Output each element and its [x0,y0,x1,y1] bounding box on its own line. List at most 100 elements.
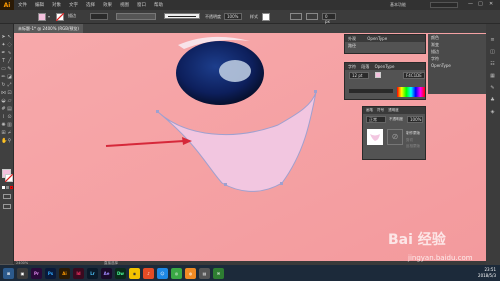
photoshop-icon[interactable]: Ps [45,267,56,279]
panel-color-button[interactable]: 颜色 [428,34,486,41]
free-transform-icon[interactable]: ⊡ [7,91,12,96]
tab-paragraph[interactable]: 段落 [361,64,369,69]
brushes-icon[interactable]: ✎ [490,86,495,91]
search-stock-input[interactable] [430,2,458,8]
eyedropper-icon[interactable]: ⌇ [1,115,6,120]
mesh-icon[interactable]: # [1,107,6,112]
direct-selection-tool-icon[interactable]: ↖ [7,35,12,40]
menu-file[interactable]: 文件 [14,2,31,8]
zoom-tool-icon[interactable]: ⚲ [7,139,12,144]
stroke-swatch[interactable] [56,13,64,21]
graph-tool-icon[interactable]: ▥ [7,123,12,128]
align-icon[interactable] [290,13,302,20]
gradient-mode-icon[interactable] [6,186,9,189]
color-slider[interactable] [349,89,393,93]
blend-icon[interactable]: ⊙ [7,115,12,120]
font-size-field[interactable]: 12 pt [349,72,369,79]
opacity-field[interactable]: 100% [407,116,423,123]
pen-tool-icon[interactable]: ✒ [1,51,6,56]
eraser-icon[interactable]: ◪ [7,75,12,80]
transparency-panel-tabs[interactable]: 画笔 符号 透明度 [363,107,425,114]
gradient-icon[interactable]: ▤ [7,107,12,112]
qq-icon[interactable]: ☺ [157,267,168,279]
tab-brushes[interactable]: 画笔 [366,108,373,112]
width-field[interactable]: 0 px [322,13,336,24]
panel-gradient-button[interactable]: 渐变 [428,41,486,48]
lightroom-icon[interactable]: Lr [87,267,98,279]
menu-view[interactable]: 视图 [116,2,133,8]
after-effects-icon[interactable]: Ae [101,267,112,279]
tab-opentype[interactable]: OpenType [367,36,387,41]
variable-width-profile[interactable] [116,13,156,20]
menu-window[interactable]: 窗口 [133,2,150,8]
curvature-icon[interactable]: ∿ [7,51,12,56]
dreamweaver-icon[interactable]: Dw [115,267,126,279]
properties-icon[interactable]: ≡ [490,38,495,43]
perspective-icon[interactable]: ▱ [7,99,12,104]
libraries-icon[interactable]: ☷ [490,62,495,67]
panel-opentype-button[interactable]: OpenType [428,62,486,69]
paintbrush-icon[interactable]: ✎ [7,67,12,72]
file-explorer-icon[interactable]: ▣ [17,267,28,279]
hand-tool-icon[interactable]: ✋ [1,139,7,144]
symbols-icon[interactable]: ♣ [490,98,495,103]
fill-swatch[interactable] [38,13,46,21]
line-tool-icon[interactable]: ╱ [7,59,12,64]
stroke-weight-field[interactable] [90,13,108,20]
appearance-panel-tabs[interactable]: 外观 OpenType [345,35,425,42]
clip-checkbox[interactable]: 剪切 [406,138,413,143]
current-color-swatch[interactable] [375,72,381,78]
screen-mode-icon[interactable] [3,204,11,209]
color-mode-icon[interactable] [2,186,5,189]
blend-mode-select[interactable]: 正常 [366,116,386,123]
workspace-switcher[interactable]: 基本功能 [390,2,406,8]
close-button[interactable]: ✕ [489,1,493,7]
appearance-row[interactable]: 路径 [345,42,425,49]
slice-icon[interactable]: ⌿ [7,131,12,136]
menu-select[interactable]: 选择 [82,2,99,8]
wechat-icon[interactable]: ✉ [213,267,224,279]
fill-dropdown-icon[interactable]: ▾ [48,14,50,19]
firefox-icon[interactable]: ◍ [185,267,196,279]
chrome-icon[interactable]: ◎ [171,267,182,279]
tab-character[interactable]: 字符 [348,64,356,69]
tab-symbols[interactable]: 符号 [377,108,384,112]
opacity-field[interactable]: 100% [224,13,242,20]
artboard-icon[interactable]: ⊞ [1,131,6,136]
panel-character-button[interactable]: 字符 [428,55,486,62]
document-tab[interactable]: 未标题-1* @ 2400% (RGB/预览) [14,24,83,33]
system-clock[interactable]: 23:51 2018/5/3 [478,267,496,279]
menu-object[interactable]: 对象 [48,2,65,8]
hex-color-field[interactable]: F4C1DE [403,72,425,79]
menu-effect[interactable]: 效果 [99,2,116,8]
panel-stroke-button[interactable]: 描边 [428,48,486,55]
invert-mask-checkbox[interactable]: 反相蒙版 [406,144,420,149]
magic-wand-icon[interactable]: ✦ [1,43,6,48]
pencil-icon[interactable]: ✏ [1,75,6,80]
browser-icon[interactable]: ◉ [129,267,140,279]
tab-transparency[interactable]: 透明度 [388,108,399,112]
type-tool-icon[interactable]: T [1,59,6,64]
transform-icon[interactable] [306,13,318,20]
swatches-icon[interactable]: ▦ [490,74,495,79]
layers-icon[interactable]: ◫ [490,50,495,55]
stroke-color-box[interactable] [5,174,13,182]
brush-definition[interactable] [164,13,200,19]
menu-type[interactable]: 文字 [65,2,82,8]
lasso-icon[interactable]: ◌ [7,43,12,48]
menu-help[interactable]: 帮助 [150,2,167,8]
width-tool-icon[interactable]: ⋈ [1,91,6,96]
color-panel-tabs[interactable]: 字符 段落 OpenType [345,63,425,70]
shape-builder-icon[interactable]: ◒ [1,99,6,104]
color-spectrum[interactable] [397,87,425,97]
maximize-button[interactable]: □ [478,1,483,7]
menu-edit[interactable]: 编辑 [31,2,48,8]
rotate-icon[interactable]: ↻ [1,83,6,88]
tab-appearance[interactable]: 外观 [348,36,356,41]
tab-opentype[interactable]: OpenType [375,64,395,69]
selection-tool-icon[interactable]: ➤ [1,35,6,40]
minimize-button[interactable]: — [468,1,473,7]
graphic-style-swatch[interactable] [262,13,270,21]
illustrator-icon[interactable]: Ai [59,267,70,279]
graphic-styles-icon[interactable]: ◈ [490,110,495,115]
